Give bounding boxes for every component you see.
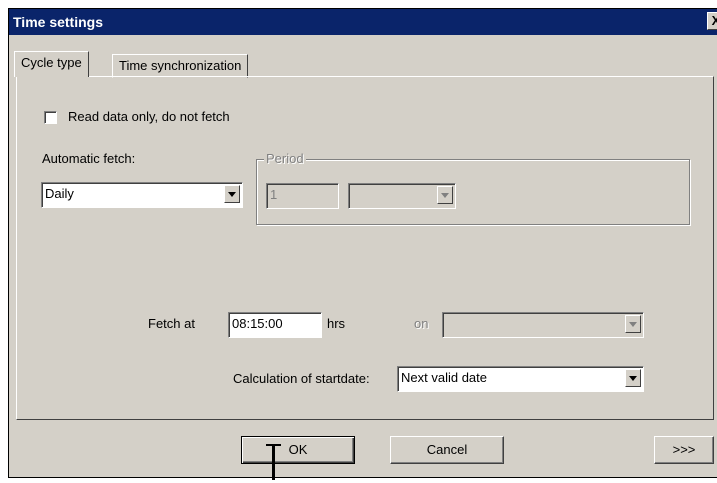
chevron-down-icon[interactable]: [224, 185, 240, 203]
startdate-label: Calculation of startdate:: [233, 371, 370, 386]
cancel-button[interactable]: Cancel: [390, 436, 504, 464]
hrs-label: hrs: [327, 316, 346, 331]
fetch-at-label: Fetch at: [148, 316, 195, 331]
more-button[interactable]: >>>: [654, 436, 714, 464]
startdate-value: Next valid date: [401, 370, 487, 385]
period-count-value: 1: [270, 187, 278, 202]
chevron-down-icon[interactable]: [625, 369, 641, 387]
title-bar: Time settings X: [9, 9, 717, 35]
fetch-time-value: 08:15:00: [232, 316, 283, 331]
close-button[interactable]: X: [707, 12, 717, 30]
period-count-field: 1: [266, 183, 339, 209]
tab-cycle-type[interactable]: Cycle type: [14, 51, 89, 77]
automatic-fetch-select[interactable]: Daily: [41, 182, 243, 208]
text-cursor-icon: [272, 444, 275, 480]
on-select: [442, 312, 644, 338]
chevron-down-icon: [625, 315, 641, 333]
text-cursor-top: [266, 444, 281, 446]
period-unit-select: [348, 183, 456, 209]
read-only-checkbox[interactable]: [44, 111, 57, 124]
on-label: on: [414, 316, 429, 331]
period-legend: Period: [264, 151, 306, 166]
automatic-fetch-label: Automatic fetch:: [42, 151, 136, 166]
read-only-label: Read data only, do not fetch: [68, 109, 230, 124]
dialog-title: Time settings: [13, 14, 103, 30]
tab-time-synchronization[interactable]: Time synchronization: [112, 54, 249, 78]
chevron-down-icon: [437, 186, 453, 204]
startdate-select[interactable]: Next valid date: [397, 366, 644, 392]
fetch-time-field[interactable]: 08:15:00: [228, 312, 322, 338]
ok-button[interactable]: OK: [241, 436, 355, 464]
automatic-fetch-value: Daily: [45, 186, 74, 201]
